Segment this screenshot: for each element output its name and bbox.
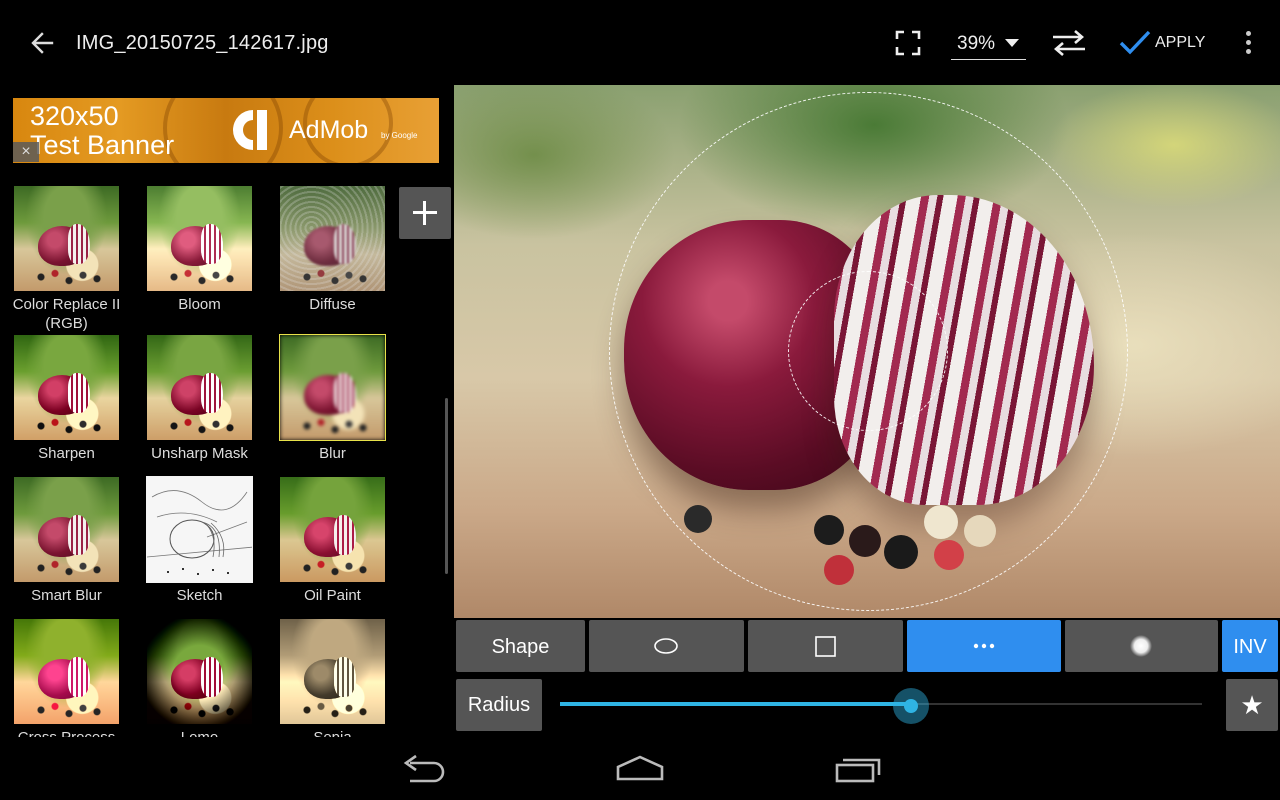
effect-label: Smart Blur: [31, 587, 102, 604]
effect-label: Bloom: [178, 296, 221, 313]
nav-home-button[interactable]: [614, 751, 666, 790]
nav-back-icon: [403, 754, 445, 783]
system-nav-bar: [0, 737, 1280, 800]
invert-label: INV: [1233, 636, 1267, 658]
back-button[interactable]: [26, 26, 60, 60]
shape-label: Shape: [491, 636, 550, 658]
more-dots-icon: [973, 643, 995, 649]
fullscreen-button[interactable]: [893, 28, 923, 58]
effect-thumbnail: [146, 334, 253, 441]
effect-thumbnail: [13, 185, 120, 292]
nav-recents-button[interactable]: [833, 751, 883, 790]
effect-thumbnail: [13, 618, 120, 725]
swap-arrows-icon: [1053, 30, 1085, 56]
blur-inner-radius-circle[interactable]: [788, 271, 948, 431]
effect-thumbnail: [279, 618, 386, 725]
star-icon: ★: [1240, 690, 1264, 720]
compare-button[interactable]: [1050, 28, 1088, 58]
caret-down-icon: [1005, 39, 1019, 47]
apply-button[interactable]: APPLY: [1118, 26, 1218, 60]
radius-button[interactable]: Radius: [456, 679, 542, 731]
sketch-preview: [147, 477, 252, 582]
shape-ellipse-button[interactable]: [589, 620, 744, 672]
action-bar: IMG_20150725_142617.jpg 39% APPLY: [0, 0, 1280, 85]
effect-thumbnail: [279, 476, 386, 583]
zoom-value: 39%: [957, 33, 996, 54]
slider-thumb[interactable]: [893, 688, 930, 724]
checkmark-icon: [1119, 30, 1151, 55]
nav-home-icon: [616, 755, 664, 781]
ellipse-icon: [654, 638, 678, 654]
effect-label: Sepia: [265, 728, 400, 737]
slider-fill: [560, 702, 912, 706]
shape-rectangle-button[interactable]: [748, 620, 903, 672]
effect-thumbnail: [146, 618, 253, 725]
fullscreen-icon: [895, 30, 921, 56]
effect-thumbnail: [13, 334, 120, 441]
soft-circle-icon: [1130, 635, 1152, 657]
effect-thumbnail: [146, 185, 253, 292]
effect-label: Blur: [319, 445, 346, 462]
effect-label: Unsharp Mask: [151, 445, 248, 462]
effect-label: Sharpen: [38, 445, 95, 462]
shape-button[interactable]: Shape: [456, 620, 585, 672]
file-name-title: IMG_20150725_142617.jpg: [76, 32, 329, 54]
effect-label: Cross Process: [0, 728, 134, 737]
effects-panel: 320x50 Test Banner AdMob by Google × Col…: [0, 85, 453, 737]
effect-thumbnail: [279, 185, 386, 292]
invert-button[interactable]: INV: [1222, 620, 1278, 672]
shape-more-button[interactable]: [907, 620, 1061, 672]
radius-label: Radius: [467, 694, 531, 716]
arrow-left-icon: [31, 32, 54, 54]
effect-label: Diffuse: [309, 296, 356, 313]
overflow-menu-button[interactable]: [1236, 28, 1260, 58]
image-canvas[interactable]: [454, 85, 1280, 618]
apply-label: APPLY: [1155, 34, 1206, 51]
tool-panel: Shape INV Radius ★: [454, 618, 1280, 737]
radius-slider[interactable]: [560, 688, 1202, 724]
effect-label: Lomo: [132, 728, 267, 737]
effect-label: Sketch: [176, 587, 223, 604]
effects-grid: Color Replace II (RGB) Bloom Diffuse Sha…: [0, 85, 445, 737]
effect-label: Color Replace II (RGB): [12, 296, 121, 332]
nav-back-button[interactable]: [400, 751, 448, 790]
effect-label: Oil Paint: [304, 587, 361, 604]
effect-thumbnail: [13, 476, 120, 583]
zoom-dropdown[interactable]: 39%: [951, 28, 1026, 60]
add-effect-button[interactable]: [399, 187, 451, 239]
shape-soft-edge-button[interactable]: [1065, 620, 1218, 672]
effects-scrollbar[interactable]: [445, 398, 448, 574]
square-icon: [815, 636, 836, 657]
effect-thumbnail-selected: [279, 334, 386, 441]
effect-thumbnail: [146, 476, 253, 583]
favorite-star-button[interactable]: ★: [1226, 679, 1278, 731]
nav-recents-icon: [835, 758, 881, 783]
